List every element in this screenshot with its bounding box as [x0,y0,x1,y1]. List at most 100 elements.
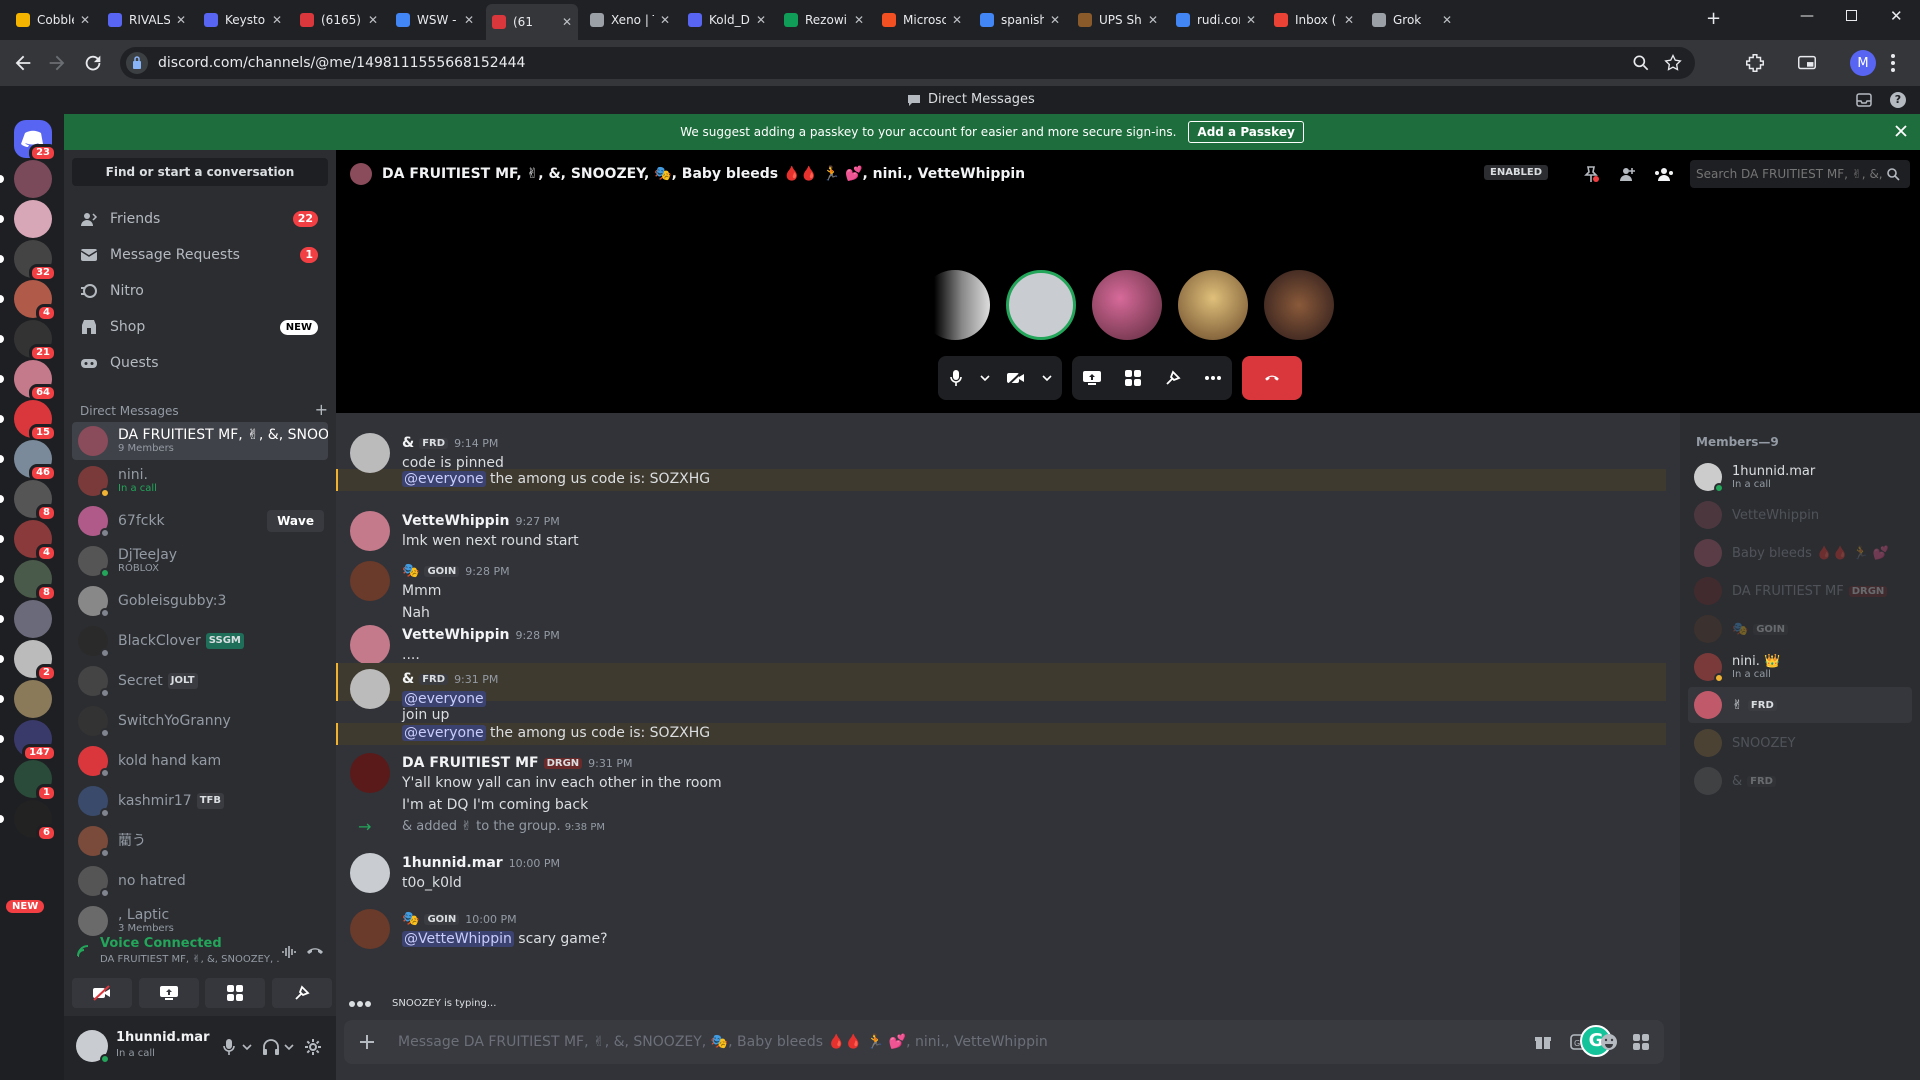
server-icon[interactable] [14,600,52,638]
member-item[interactable]: 🎭 GOIN [1688,611,1912,647]
site-info-icon[interactable] [126,52,148,74]
author-name[interactable]: DA FRUITIEST MF [402,755,539,771]
soundboard-button[interactable] [271,978,332,1008]
create-dm-plus-icon[interactable]: + [315,402,328,418]
profile-avatar[interactable]: M [1850,50,1876,76]
noise-suppression-icon[interactable] [280,944,298,960]
server-icon[interactable]: 2 [14,640,57,682]
close-icon[interactable] [1894,124,1908,138]
close-tab-icon[interactable]: ✕ [1344,13,1354,27]
author-name[interactable]: 1hunnid.mar [402,855,503,871]
screen-share-icon[interactable] [1082,370,1102,386]
bookmark-star-icon[interactable] [1663,53,1683,73]
avatar[interactable] [350,853,390,893]
member-item[interactable]: 1hunnid.mar In a call [1688,459,1912,495]
server-icon[interactable]: 6 [14,800,57,842]
server-icon[interactable]: 147 [14,720,57,762]
nav-message-requests[interactable]: Message Requests 1 [72,238,328,272]
chevron-down-icon[interactable] [980,374,990,382]
server-icon[interactable] [14,200,52,238]
server-icon[interactable]: 64 [14,360,57,402]
avatar[interactable] [350,561,390,601]
add-friends-icon[interactable] [1618,165,1636,183]
voice-channel-name[interactable]: DA FRUITIEST MF, ✌︎, &, SNOOZEY, ... [100,954,280,965]
nav-shop[interactable]: Shop NEW [72,310,328,344]
member-item[interactable]: nini. 👑 In a call [1688,649,1912,685]
member-item[interactable]: & FRD [1688,763,1912,799]
dm-item[interactable]: Secret JOLT [72,662,328,700]
call-participant-avatar[interactable] [1264,270,1334,340]
dm-item[interactable]: 藺う [72,822,328,860]
dm-item[interactable]: Gobleisgubby:3 [72,582,328,620]
dm-item[interactable]: kold hand kam [72,742,328,780]
gear-icon[interactable] [304,1038,322,1056]
close-tab-icon[interactable]: ✕ [1442,13,1452,27]
user-avatar[interactable] [76,1030,110,1064]
server-icon[interactable]: 21 [14,320,57,362]
extensions-icon[interactable] [1744,52,1766,74]
headphones-icon[interactable] [262,1038,280,1056]
browser-tab[interactable]: (6165) I ✕ [294,7,384,33]
close-tab-icon[interactable]: ✕ [952,13,962,27]
member-item[interactable]: Baby bleeds 🩸🩸 🏃 💕 [1688,535,1912,571]
gift-icon[interactable] [1534,1033,1552,1051]
member-item[interactable]: ✌︎ FRD [1688,687,1912,723]
server-icon[interactable]: 4 [14,280,57,322]
browser-tab[interactable]: UPS Sh ✕ [1072,7,1164,33]
call-participant-avatar[interactable] [1092,270,1162,340]
author-name[interactable]: & [402,435,414,451]
leave-call-button[interactable] [1242,356,1302,400]
pin-icon[interactable] [1582,165,1600,183]
dm-item[interactable]: nini. In a call [72,462,328,500]
address-bar[interactable]: discord.com/channels/@me/149811155566815… [120,47,1695,79]
close-tab-icon[interactable]: ✕ [464,13,474,27]
close-tab-icon[interactable]: ✕ [176,13,186,27]
minimize-icon[interactable]: — [1800,8,1814,24]
server-icon[interactable] [14,680,52,718]
call-participant-avatar[interactable] [920,270,990,340]
browser-tab[interactable]: RIVALS ✕ [102,7,192,33]
avatar[interactable] [350,909,390,949]
member-item[interactable]: SNOOZEY [1688,725,1912,761]
server-icon[interactable]: 46 [14,440,57,482]
back-icon[interactable] [12,52,34,74]
close-tab-icon[interactable]: ✕ [80,13,90,27]
server-icon[interactable]: 8 [14,560,57,602]
dm-item[interactable]: , Laptic 3 Members [72,902,328,940]
server-icon[interactable]: 32 [14,240,57,282]
camera-off-icon[interactable] [1006,370,1026,386]
dm-item[interactable]: DA FRUITIEST MF, ✌︎, &, SNOOZ...9 Member… [72,422,328,460]
member-list-icon[interactable] [1654,165,1674,183]
dm-item[interactable]: 67fckk Wave [72,502,328,540]
server-icon[interactable]: 8 [14,480,57,522]
disconnect-icon[interactable] [306,944,324,958]
inbox-icon[interactable] [1856,93,1872,107]
browser-tab[interactable]: Kold_D ✕ [682,7,772,33]
apps-icon[interactable] [1632,1033,1650,1051]
close-window-icon[interactable]: ✕ [1890,7,1903,25]
microphone-icon[interactable] [222,1038,236,1056]
browser-tab[interactable]: WSW - ✕ [390,7,480,33]
enabled-badge[interactable]: ENABLED [1484,165,1549,180]
activities-button[interactable] [205,978,266,1008]
avatar[interactable] [350,753,390,793]
dm-item[interactable]: SwitchYoGranny [72,702,328,740]
soundboard-icon[interactable] [1164,369,1182,387]
close-tab-icon[interactable]: ✕ [854,13,864,27]
add-passkey-button[interactable]: Add a Passkey [1188,121,1304,143]
server-icon[interactable] [14,160,52,198]
camera-off-button[interactable] [72,978,132,1008]
close-tab-icon[interactable]: ✕ [1148,13,1158,27]
browser-tab[interactable]: Grok ✕ [1366,7,1458,33]
nav-nitro[interactable]: Nitro [72,274,328,308]
mention[interactable]: @VetteWhippin [402,931,514,947]
attach-plus-icon[interactable] [358,1033,376,1051]
more-dots-icon[interactable] [1204,375,1222,381]
mention[interactable]: @everyone [402,691,486,707]
message-input[interactable]: Message DA FRUITIEST MF, ✌︎, &, SNOOZEY,… [398,1034,1048,1050]
close-tab-icon[interactable]: ✕ [562,15,572,29]
nav-quests[interactable]: Quests [72,346,328,380]
new-tab-icon[interactable]: + [1706,8,1721,29]
author-name[interactable]: VetteWhippin [402,627,509,643]
browser-tab[interactable]: Rezowi ✕ [778,7,870,33]
